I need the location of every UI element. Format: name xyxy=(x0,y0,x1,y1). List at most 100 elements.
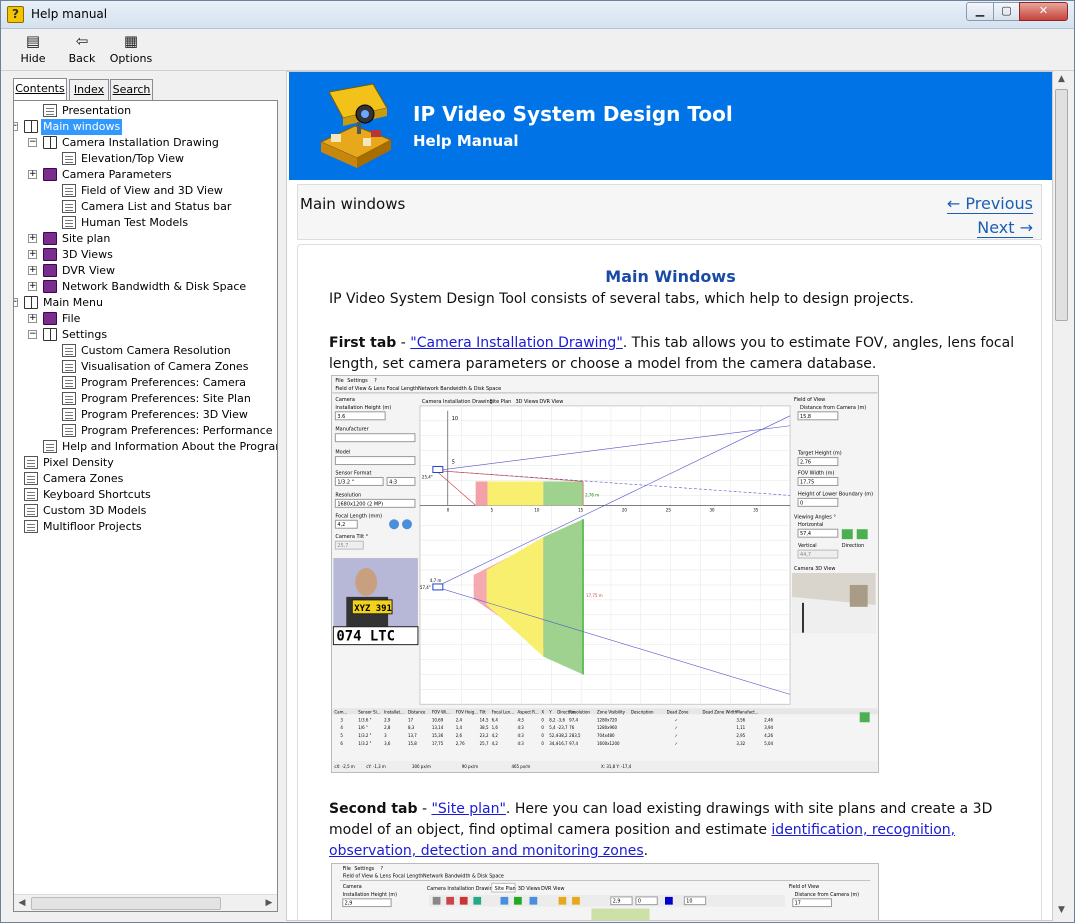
screenshot-text: Aspect R... xyxy=(517,709,538,714)
screenshot-text: ✓ xyxy=(675,741,678,746)
tab-search[interactable]: Search xyxy=(110,79,153,101)
screenshot-text: 4:3 xyxy=(517,733,524,738)
screenshot-text: 97,4 xyxy=(569,717,578,722)
maximize-button[interactable]: ▢ xyxy=(993,2,1020,21)
screenshot-text: 2,76 xyxy=(456,741,465,746)
screenshot-text: 25,7 xyxy=(480,741,489,746)
screenshot-text: 1,11 xyxy=(736,725,745,730)
screenshot-text: 5,04 xyxy=(764,741,773,746)
screenshot-text: 1/3.6 " xyxy=(358,717,371,722)
s2-tb-val3: 10 xyxy=(686,899,692,905)
screenshot-text: 1/3.2 " xyxy=(358,733,371,738)
s1-subtab1: Camera Installation Drawing xyxy=(422,399,493,405)
expand-icon[interactable]: + xyxy=(28,314,37,323)
s2-tab1: Field of View & Lens Focal Length xyxy=(343,874,424,880)
collapse-icon[interactable]: − xyxy=(14,298,18,307)
screenshot-text: 1/3.2 " xyxy=(358,741,371,746)
tab-contents[interactable]: Contents xyxy=(13,78,67,101)
title-bar[interactable]: ? Help manual ▁ ▢ ✕ xyxy=(1,1,1074,29)
screenshot-text: 4:3 xyxy=(517,725,524,730)
camera-installation-link[interactable]: "Camera Installation Drawing" xyxy=(410,335,622,351)
book-icon xyxy=(43,312,57,325)
tab-index[interactable]: Index xyxy=(69,79,109,101)
page-icon xyxy=(24,520,38,533)
scroll-right-icon[interactable]: ▶ xyxy=(261,896,277,911)
tree-node-label: Camera Parameters xyxy=(62,168,172,181)
tree-node-label: DVR View xyxy=(62,264,116,277)
expand-icon[interactable]: + xyxy=(28,282,37,291)
site-plan-link[interactable]: "Site plan" xyxy=(431,801,505,817)
page-icon xyxy=(62,408,76,421)
s1-right-target: 2,76 xyxy=(800,460,811,466)
collapse-icon[interactable]: − xyxy=(28,138,37,147)
s1-axis-574: 57,4° xyxy=(420,585,431,590)
content-vertical-scrollbar[interactable]: ▲ ▼ xyxy=(1053,71,1070,919)
tree-node-label: File xyxy=(62,312,81,325)
s1-tab1: Field of View & Lens Focal Length xyxy=(335,386,418,392)
screenshot-text: 23,2 xyxy=(480,733,489,738)
screenshot-text: Installat... xyxy=(384,709,404,714)
tree-node-label: Custom 3D Models xyxy=(43,504,147,517)
minimize-button[interactable]: ▁ xyxy=(966,2,994,21)
scroll-down-icon[interactable]: ▼ xyxy=(1053,902,1070,919)
page-icon xyxy=(62,152,76,165)
scrollbar-thumb[interactable] xyxy=(1055,89,1068,321)
options-button[interactable]: ▦ Options xyxy=(109,32,153,65)
second-tab-label: Second tab xyxy=(329,801,418,817)
screenshot-text: 5,4 xyxy=(549,725,556,730)
s2-tb-val1: 2,9 xyxy=(613,899,621,905)
collapse-icon[interactable]: − xyxy=(28,330,37,339)
expand-icon[interactable]: + xyxy=(28,234,37,243)
scroll-up-icon[interactable]: ▲ xyxy=(1053,71,1070,88)
s1-right-dist-label: Distance from Camera (m) xyxy=(800,405,866,411)
screenshot-text: 13,14 xyxy=(432,725,444,730)
s1-left-tilt-label: Camera Tilt ° xyxy=(335,534,368,540)
expand-icon[interactable]: + xyxy=(28,250,37,259)
s2-menu-file: File xyxy=(343,866,351,872)
tree-node-label: Presentation xyxy=(62,104,132,117)
screenshot-text: cY: -1,3 m xyxy=(366,764,386,769)
next-link[interactable]: Next → xyxy=(977,218,1033,238)
page-icon xyxy=(62,424,76,437)
scrollbar-thumb[interactable] xyxy=(31,897,221,910)
expand-icon[interactable]: + xyxy=(28,266,37,275)
book-icon xyxy=(43,264,57,277)
s1-left-focal-label: Focal Length (mm) xyxy=(335,513,382,519)
screenshot-text: 15,36 xyxy=(432,733,444,738)
camera-installation-screenshot: File Settings ? Field of View & Lens Foc… xyxy=(331,375,879,773)
book-icon xyxy=(43,280,57,293)
screenshot-text: 20 xyxy=(622,507,628,512)
back-button[interactable]: ⇦ Back xyxy=(67,32,97,65)
s1-right-fov: Field of View xyxy=(794,397,825,403)
screenshot-text: 300 px/m xyxy=(412,764,431,769)
screenshot-text: 1280x960 xyxy=(597,725,617,730)
screenshot-text: 35 xyxy=(753,507,759,512)
s1-subtab2: Site Plan xyxy=(490,399,512,405)
s1-axis-top-10: 10 xyxy=(452,416,458,422)
tree-horizontal-scrollbar[interactable]: ◀ ▶ xyxy=(14,894,277,911)
tree-node-label: Custom Camera Resolution xyxy=(81,344,231,357)
screenshot-text: ✓ xyxy=(675,725,678,730)
screenshot-text: Focal Len... xyxy=(492,709,514,714)
s1-subtab4: DVR View xyxy=(539,399,563,405)
tree-node-label: Settings xyxy=(62,328,108,341)
close-button[interactable]: ✕ xyxy=(1019,2,1068,21)
tree-node-label: Main windows xyxy=(41,119,123,135)
screenshot-text: 8,3 xyxy=(408,725,415,730)
tree-node-label: Visualisation of Camera Zones xyxy=(81,360,249,373)
screenshot-text: 2,46 xyxy=(764,717,773,722)
s1-right-lower-label: Height of Lower Boundary (m) xyxy=(798,491,873,497)
expand-icon[interactable]: + xyxy=(28,170,37,179)
collapse-icon[interactable]: − xyxy=(14,122,18,131)
screenshot-text: Manufact... xyxy=(736,709,758,714)
hide-button[interactable]: ▤ Hide xyxy=(19,32,47,65)
screenshot-text: 10,69 xyxy=(432,717,444,722)
s1-left-focal: 4,2 xyxy=(337,522,345,528)
s2-left-height-label: Installation Height (m) xyxy=(343,892,397,898)
tree-node-label: Camera List and Status bar xyxy=(81,200,232,213)
previous-link[interactable]: ← Previous xyxy=(946,194,1033,214)
s1-axis-47: 4,7 m xyxy=(430,578,442,583)
scroll-left-icon[interactable]: ◀ xyxy=(14,896,30,911)
screenshot-text: 1/6 " xyxy=(358,725,368,730)
open-book-icon xyxy=(43,136,57,149)
